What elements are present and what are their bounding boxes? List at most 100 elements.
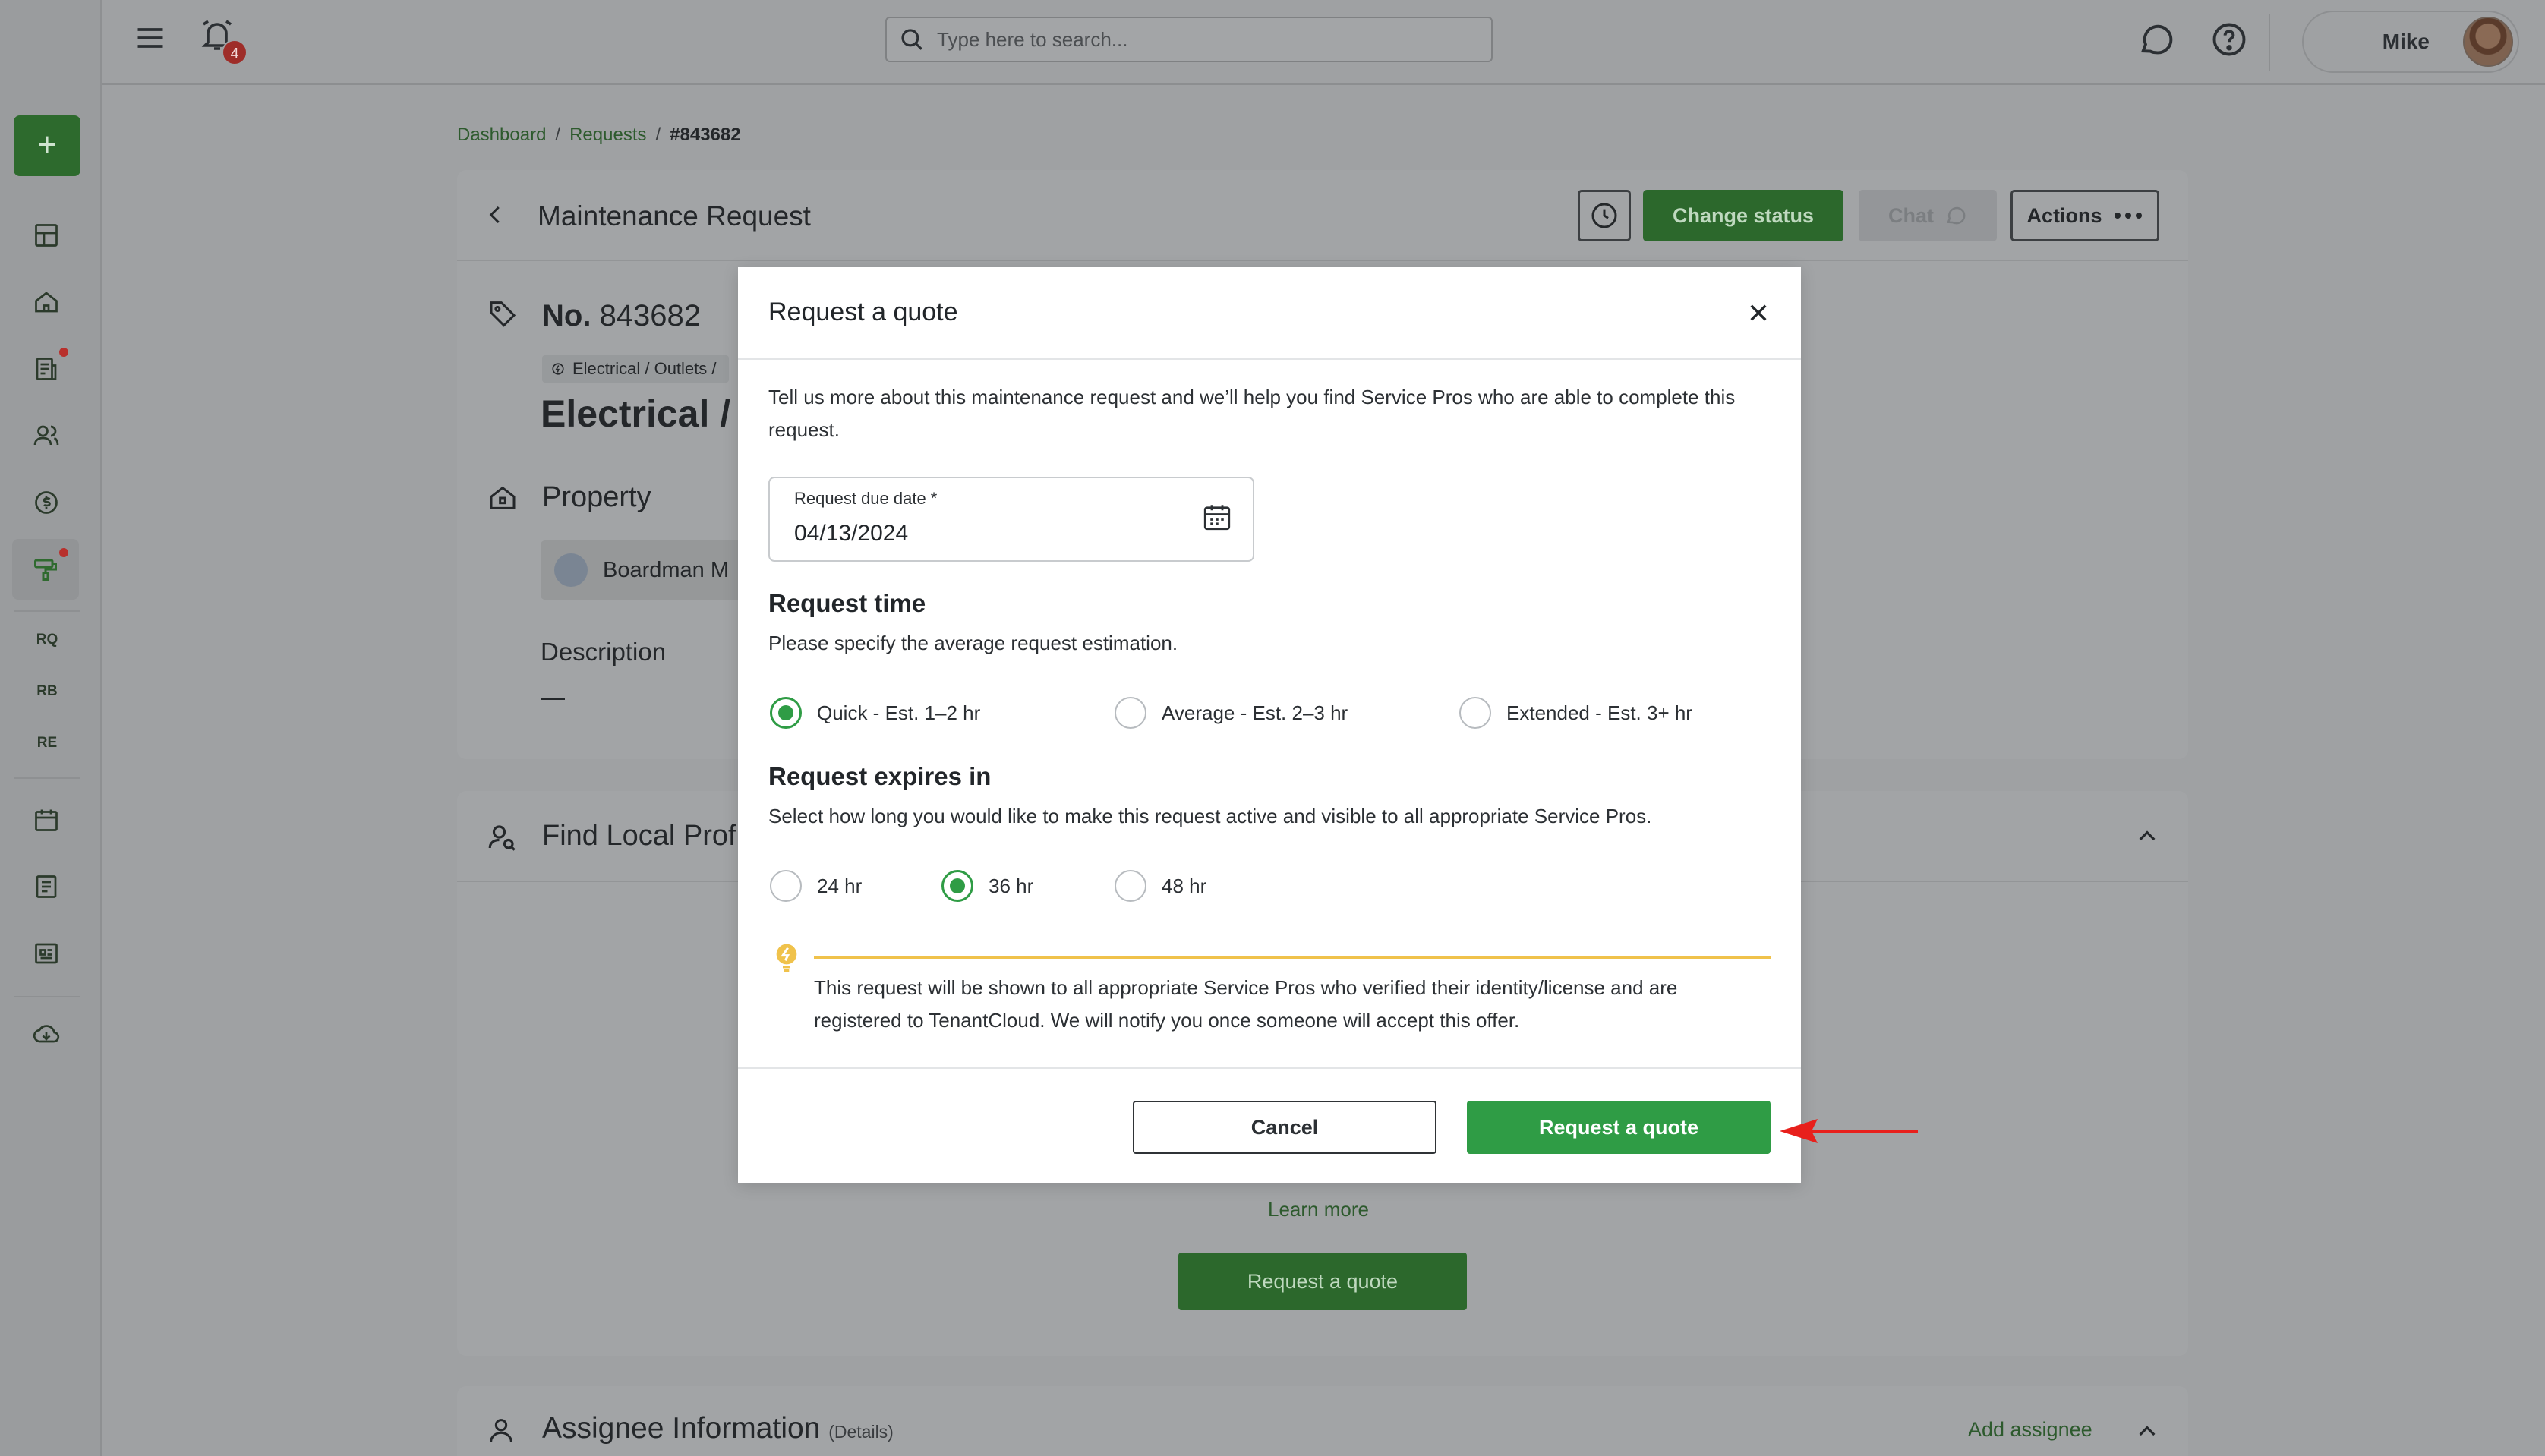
- modal-header: Request a quote: [738, 267, 1801, 360]
- chat-button[interactable]: Chat: [1859, 190, 1997, 241]
- category-chip: Electrical / Outlets /: [542, 355, 729, 383]
- modal-title: Request a quote: [768, 298, 958, 326]
- rail-item-re[interactable]: RE: [0, 735, 94, 752]
- documents-icon[interactable]: [29, 351, 64, 386]
- chevron-up-icon[interactable]: [2135, 1420, 2159, 1444]
- page-title: Maintenance Request: [538, 200, 811, 232]
- radio-label: 36 hr: [989, 874, 1034, 897]
- listings-icon[interactable]: [29, 936, 64, 971]
- radio-average[interactable]: Average - Est. 2–3 hr: [1115, 697, 1348, 729]
- back-arrow-icon[interactable]: [484, 203, 507, 226]
- due-date-field[interactable]: Request due date * 04/13/2024: [768, 477, 1254, 562]
- add-assignee-link[interactable]: Add assignee: [1968, 1418, 2092, 1442]
- change-status-button[interactable]: Change status: [1643, 190, 1843, 241]
- radio-button[interactable]: [1115, 870, 1146, 902]
- radio-48hr[interactable]: 48 hr: [1115, 870, 1206, 902]
- radio-label: 48 hr: [1162, 874, 1207, 897]
- radio-label: Average - Est. 2–3 hr: [1162, 701, 1348, 724]
- clock-icon: [1589, 200, 1619, 231]
- expires-heading: Request expires in: [768, 762, 992, 790]
- request-quote-button[interactable]: Request a quote: [1467, 1101, 1771, 1154]
- people-icon[interactable]: [29, 418, 64, 453]
- property-avatar-icon: [554, 553, 588, 587]
- radio-24hr[interactable]: 24 hr: [770, 870, 862, 902]
- actions-button-label: Actions: [2026, 203, 2102, 227]
- assignee-details-label: (Details): [828, 1422, 894, 1442]
- chat-bubble-icon: [1944, 204, 1967, 227]
- category-chip-label: Electrical / Outlets /: [572, 359, 717, 378]
- radio-button[interactable]: [1115, 697, 1146, 729]
- calendar-icon[interactable]: [1201, 501, 1233, 533]
- rail-item-rq[interactable]: RQ: [0, 632, 94, 648]
- request-quote-card-button[interactable]: Request a quote: [1178, 1253, 1467, 1310]
- notification-dot: [59, 348, 68, 357]
- top-bar: 4 Mike: [102, 0, 2545, 85]
- rail-divider: [14, 777, 80, 779]
- actions-button[interactable]: Actions: [2010, 190, 2159, 241]
- dashboard-icon[interactable]: [29, 218, 64, 253]
- person-search-icon: [486, 821, 518, 853]
- property-name: Boardman M: [603, 557, 730, 582]
- chat-button-label: Chat: [1888, 203, 1934, 227]
- notification-dot: [59, 548, 68, 557]
- rail-item-rb[interactable]: RB: [0, 683, 94, 700]
- topbar-divider: [2269, 14, 2270, 71]
- chevron-up-icon[interactable]: [2135, 824, 2159, 849]
- cloud-download-icon[interactable]: [29, 1017, 64, 1052]
- request-number: No. 843682: [542, 299, 701, 333]
- breadcrumb-separator: /: [555, 124, 561, 145]
- search-bar[interactable]: [885, 17, 1493, 62]
- radio-quick[interactable]: Quick - Est. 1–2 hr: [770, 697, 980, 729]
- request-time-heading: Request time: [768, 589, 926, 617]
- user-menu[interactable]: Mike: [2302, 11, 2519, 73]
- hamburger-menu-icon[interactable]: [134, 21, 167, 55]
- search-input[interactable]: [937, 27, 1423, 52]
- breadcrumb-requests[interactable]: Requests: [569, 124, 646, 146]
- due-date-value[interactable]: 04/13/2024: [794, 521, 908, 547]
- request-number-label: No.: [542, 299, 591, 332]
- annotation-arrow-icon: [1778, 1113, 1919, 1149]
- lightbulb-icon: [771, 941, 802, 975]
- radio-button[interactable]: [770, 870, 802, 902]
- radio-button[interactable]: [1459, 697, 1491, 729]
- cancel-button[interactable]: Cancel: [1133, 1101, 1436, 1154]
- close-icon[interactable]: [1746, 301, 1771, 325]
- radio-36hr[interactable]: 36 hr: [941, 870, 1033, 902]
- modal-footer-divider: [738, 1067, 1801, 1069]
- property-chip[interactable]: Boardman M: [541, 540, 746, 600]
- breadcrumb: Dashboard / Requests / #843682: [457, 124, 741, 146]
- request-card-header: Maintenance Request Change status Chat A…: [457, 170, 2188, 261]
- radio-button[interactable]: [941, 870, 973, 902]
- chat-icon[interactable]: [2137, 20, 2176, 59]
- help-icon[interactable]: [2209, 20, 2249, 59]
- radio-label: Quick - Est. 1–2 hr: [817, 701, 981, 724]
- notes-icon[interactable]: [29, 869, 64, 904]
- rail-divider: [14, 610, 80, 612]
- radio-extended[interactable]: Extended - Est. 3+ hr: [1459, 697, 1692, 729]
- tag-icon: [487, 298, 518, 328]
- category-title: Electrical / C: [541, 392, 769, 435]
- radio-button[interactable]: [770, 697, 802, 729]
- learn-more-link[interactable]: Learn more: [1268, 1198, 1369, 1221]
- modal-intro-text: Tell us more about this maintenance requ…: [768, 386, 1736, 441]
- assignee-title: Assignee Information (Details): [542, 1412, 894, 1445]
- radio-label: 24 hr: [817, 874, 863, 897]
- radio-label: Extended - Est. 3+ hr: [1506, 701, 1692, 724]
- breadcrumb-dashboard[interactable]: Dashboard: [457, 124, 546, 146]
- avatar: [2463, 17, 2513, 67]
- left-rail: + RQ RB RE: [0, 0, 102, 1456]
- electrical-icon: [551, 362, 565, 376]
- expires-subtitle: Select how long you would like to make t…: [768, 805, 1652, 827]
- history-button[interactable]: [1578, 190, 1631, 241]
- add-new-button[interactable]: +: [14, 115, 80, 176]
- calendar-icon[interactable]: [29, 802, 64, 837]
- breadcrumb-current: #843682: [670, 124, 741, 145]
- notification-count-badge: 4: [222, 39, 248, 65]
- properties-icon[interactable]: [29, 285, 64, 320]
- request-time-subtitle: Please specify the average request estim…: [768, 632, 1178, 654]
- user-name: Mike: [2382, 30, 2430, 53]
- finance-icon[interactable]: [29, 485, 64, 520]
- search-icon: [899, 27, 925, 52]
- property-home-icon: [487, 483, 518, 513]
- maintenance-icon[interactable]: [12, 539, 79, 600]
